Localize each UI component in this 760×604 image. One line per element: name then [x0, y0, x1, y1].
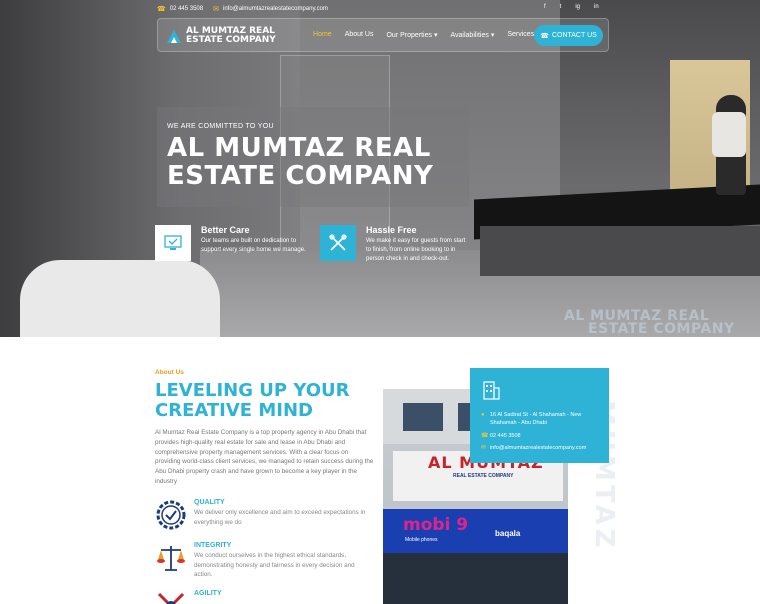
- shop-entrance: [383, 553, 568, 604]
- feature-icon-box: [155, 225, 191, 261]
- nav-properties-label: Our Properties: [386, 32, 433, 39]
- nav-availabilities[interactable]: Availabilities ▾: [450, 31, 494, 39]
- phone-icon: ☎: [481, 433, 489, 439]
- feature-desc: Our teams are built on dedication to sup…: [201, 238, 306, 253]
- topbar-email-text: info@almumtazrealestatecompany.com: [222, 6, 329, 12]
- value-title: AGILITY: [194, 590, 222, 597]
- nav-services[interactable]: Services: [507, 31, 534, 39]
- tools-icon: [329, 234, 347, 251]
- building-icon: [483, 381, 500, 400]
- feature-hassle-free: Hassle Free We make it easy for guests f…: [320, 225, 466, 264]
- nav-properties[interactable]: Our Properties ▾: [386, 31, 437, 39]
- twitter-icon[interactable]: t: [560, 4, 562, 10]
- value-agility: AGILITY: [155, 590, 369, 604]
- hero-title: AL MUMTAZ REAL ESTATE COMPANY: [167, 133, 434, 191]
- care-icon: [164, 235, 182, 250]
- hero-bg-person-shirt: [712, 112, 746, 157]
- facebook-icon[interactable]: f: [544, 4, 546, 10]
- feature-desc: We make it easy for guests from start to…: [366, 238, 466, 262]
- card-address-text: 16 Al Sadirat St - Al Shahamah - New Sha…: [490, 412, 582, 426]
- logo-text: AL MUMTAZ REAL ESTATE COMPANY: [186, 27, 276, 45]
- contact-card: ● 16 Al Sadirat St - Al Shahamah - New S…: [470, 368, 609, 463]
- value-title: QUALITY: [194, 499, 225, 506]
- feature-better-care: Better Care Our teams are built on dedic…: [155, 225, 311, 261]
- main-nav: AL MUMTAZ REAL ESTATE COMPANY Home About…: [157, 18, 609, 52]
- card-email-text: info@almumtazrealestatecompany.com: [490, 445, 587, 451]
- phone-icon: ☎: [540, 32, 549, 40]
- social-links: f t ig in: [544, 4, 599, 10]
- contact-us-button[interactable]: ☎ CONTACT US: [534, 25, 603, 46]
- hero-bg-bathtub: [20, 260, 220, 337]
- value-desc: We deliver only excellence and aim to ex…: [194, 509, 366, 526]
- instagram-icon[interactable]: ig: [575, 4, 580, 10]
- logo-line2: ESTATE COMPANY: [186, 35, 276, 45]
- mail-icon: ✉: [481, 445, 487, 451]
- value-integrity: INTEGRITY We conduct ourselves in the hi…: [155, 542, 369, 580]
- scales-icon: [157, 546, 185, 571]
- mobi-sign: mobi 9: [403, 515, 469, 535]
- topbar-email[interactable]: ✉ info@almumtazrealestatecompany.com: [213, 5, 328, 13]
- hero-watermark: AL MUMTAZ REAL ESTATE COMPANY: [564, 309, 760, 337]
- hero-eyebrow: WE ARE COMMITTED TO YOU: [167, 123, 274, 130]
- chevron-down-icon: ▾: [433, 32, 438, 39]
- value-desc: We conduct ourselves in the highest ethi…: [194, 552, 355, 578]
- feature-title: Better Care: [201, 225, 250, 235]
- topbar-phone[interactable]: ☎ 02 445 3508: [157, 5, 203, 13]
- card-email[interactable]: ✉ info@almumtazrealestatecompany.com: [481, 444, 586, 452]
- linkedin-icon[interactable]: in: [594, 4, 599, 10]
- nav-about[interactable]: About Us: [345, 31, 374, 39]
- chevron-down-icon: ▾: [490, 32, 495, 39]
- card-phone-text: 02 445 3508: [490, 433, 521, 439]
- quality-gear-icon: [156, 500, 186, 530]
- feature-icon-box: [320, 225, 356, 261]
- baqala-sign: baqala: [495, 529, 521, 538]
- agility-icon: [157, 592, 185, 604]
- signboard-sub: REAL ESTATE COMPANY: [453, 473, 514, 479]
- about-title: LEVELING UP YOUR CREATIVE MIND: [155, 380, 350, 421]
- top-contact-bar: ☎ 02 445 3508 ✉ info@almumtazrealestatec…: [157, 3, 610, 15]
- location-pin-icon: ●: [481, 412, 485, 418]
- value-title: INTEGRITY: [194, 542, 232, 549]
- card-address: ● 16 Al Sadirat St - Al Shahamah - New S…: [481, 411, 600, 427]
- building-window: [403, 403, 443, 431]
- card-phone[interactable]: ☎ 02 445 3508: [481, 432, 521, 440]
- contact-us-label: CONTACT US: [551, 32, 597, 39]
- phone-icon: ☎: [157, 6, 166, 13]
- nav-home[interactable]: Home: [313, 31, 332, 39]
- nav-menu: Home About Us Our Properties ▾ Availabil…: [313, 31, 547, 39]
- logo-mark-icon: [167, 30, 181, 43]
- mobi-sign-sub: Mobile phones: [405, 537, 438, 543]
- hero-bg-counter-front: [480, 226, 760, 276]
- about-eyebrow: About Us: [155, 369, 184, 376]
- value-quality: QUALITY We deliver only excellence and a…: [155, 499, 369, 531]
- watermark-line2: ESTATE COMPANY: [588, 321, 735, 337]
- site-logo[interactable]: AL MUMTAZ REAL ESTATE COMPANY: [166, 27, 276, 45]
- nav-availabilities-label: Availabilities: [450, 32, 489, 39]
- about-description: Al Mumtaz Real Estate Company is a top p…: [155, 429, 374, 485]
- feature-title: Hassle Free: [366, 225, 417, 235]
- mail-icon: ✉: [213, 6, 219, 13]
- topbar-phone-text: 02 445 3508: [169, 6, 204, 12]
